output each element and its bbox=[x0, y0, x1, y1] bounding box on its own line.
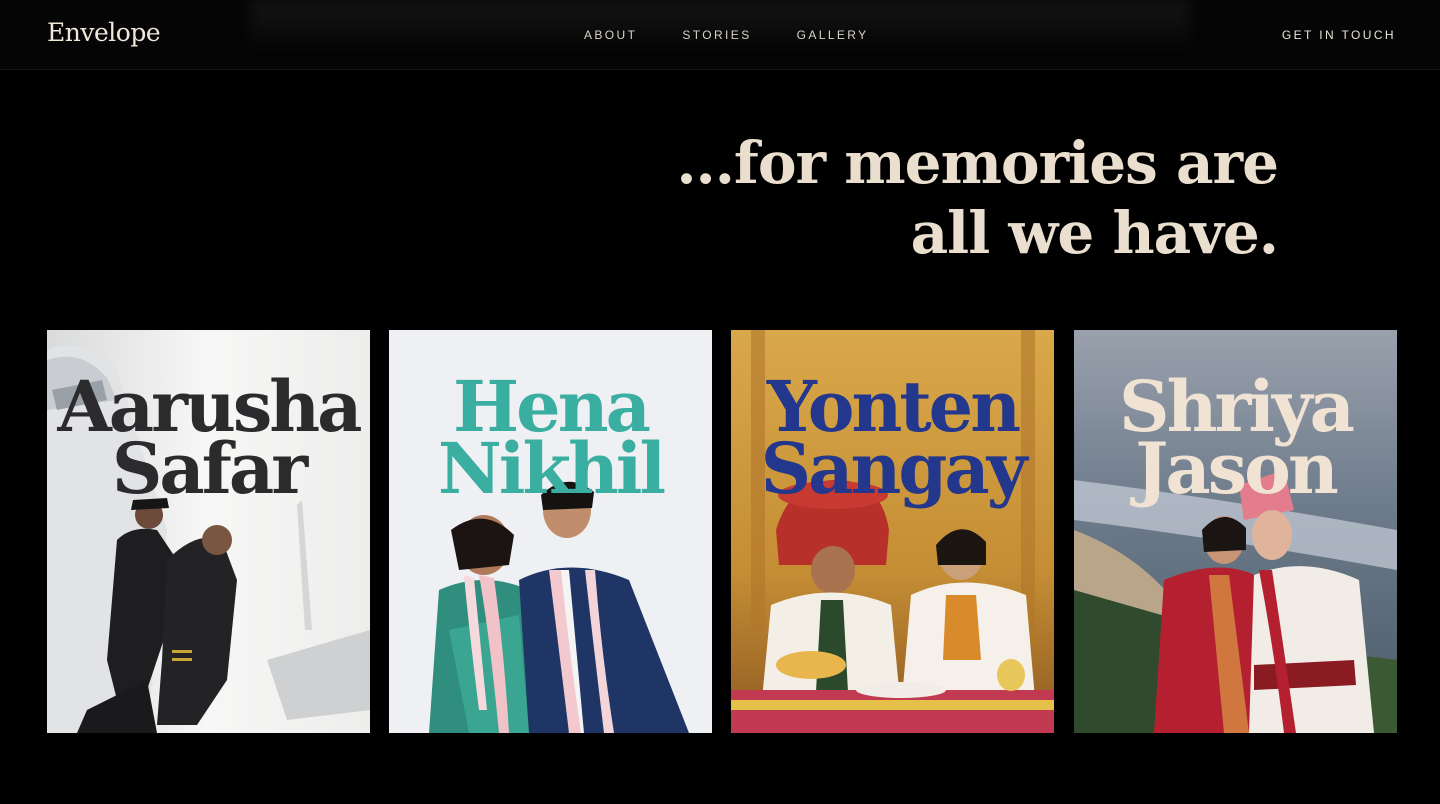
nav-link-about[interactable]: ABOUT bbox=[584, 28, 637, 42]
hero-line-1: ...for memories are bbox=[676, 129, 1279, 197]
story-card-yonten-sangay[interactable]: Yonten Sangay bbox=[731, 330, 1054, 733]
story-card-name-second: Jason bbox=[1135, 427, 1338, 510]
nav-glow bbox=[250, 0, 1190, 50]
top-navigation: Envelope ABOUT STORIES GALLERY GET IN TO… bbox=[0, 0, 1440, 70]
nav-links: ABOUT STORIES GALLERY bbox=[584, 28, 914, 42]
story-card-name-second: Nikhil bbox=[437, 427, 666, 510]
hero-quote: ...for memories are all we have. bbox=[578, 128, 1279, 268]
story-card-name-second: Sangay bbox=[760, 427, 1028, 510]
hero-line-2: all we have. bbox=[910, 199, 1279, 267]
nav-link-gallery[interactable]: GALLERY bbox=[797, 28, 869, 42]
page: Envelope ABOUT STORIES GALLERY GET IN TO… bbox=[0, 0, 1440, 804]
story-card-shriya-jason[interactable]: Shriya Jason bbox=[1074, 330, 1397, 733]
story-card-hena-nikhil[interactable]: Hena Nikhil bbox=[389, 330, 712, 733]
get-in-touch-link[interactable]: GET IN TOUCH bbox=[1282, 28, 1396, 42]
brand-logo[interactable]: Envelope bbox=[47, 18, 161, 47]
story-cards: Aarusha Safar Hena Nikhil Yonten Sangay … bbox=[47, 330, 1398, 733]
story-card-aarusha-safar[interactable]: Aarusha Safar bbox=[47, 330, 370, 733]
nav-link-stories[interactable]: STORIES bbox=[682, 28, 751, 42]
story-card-name-second: Safar bbox=[111, 427, 308, 510]
